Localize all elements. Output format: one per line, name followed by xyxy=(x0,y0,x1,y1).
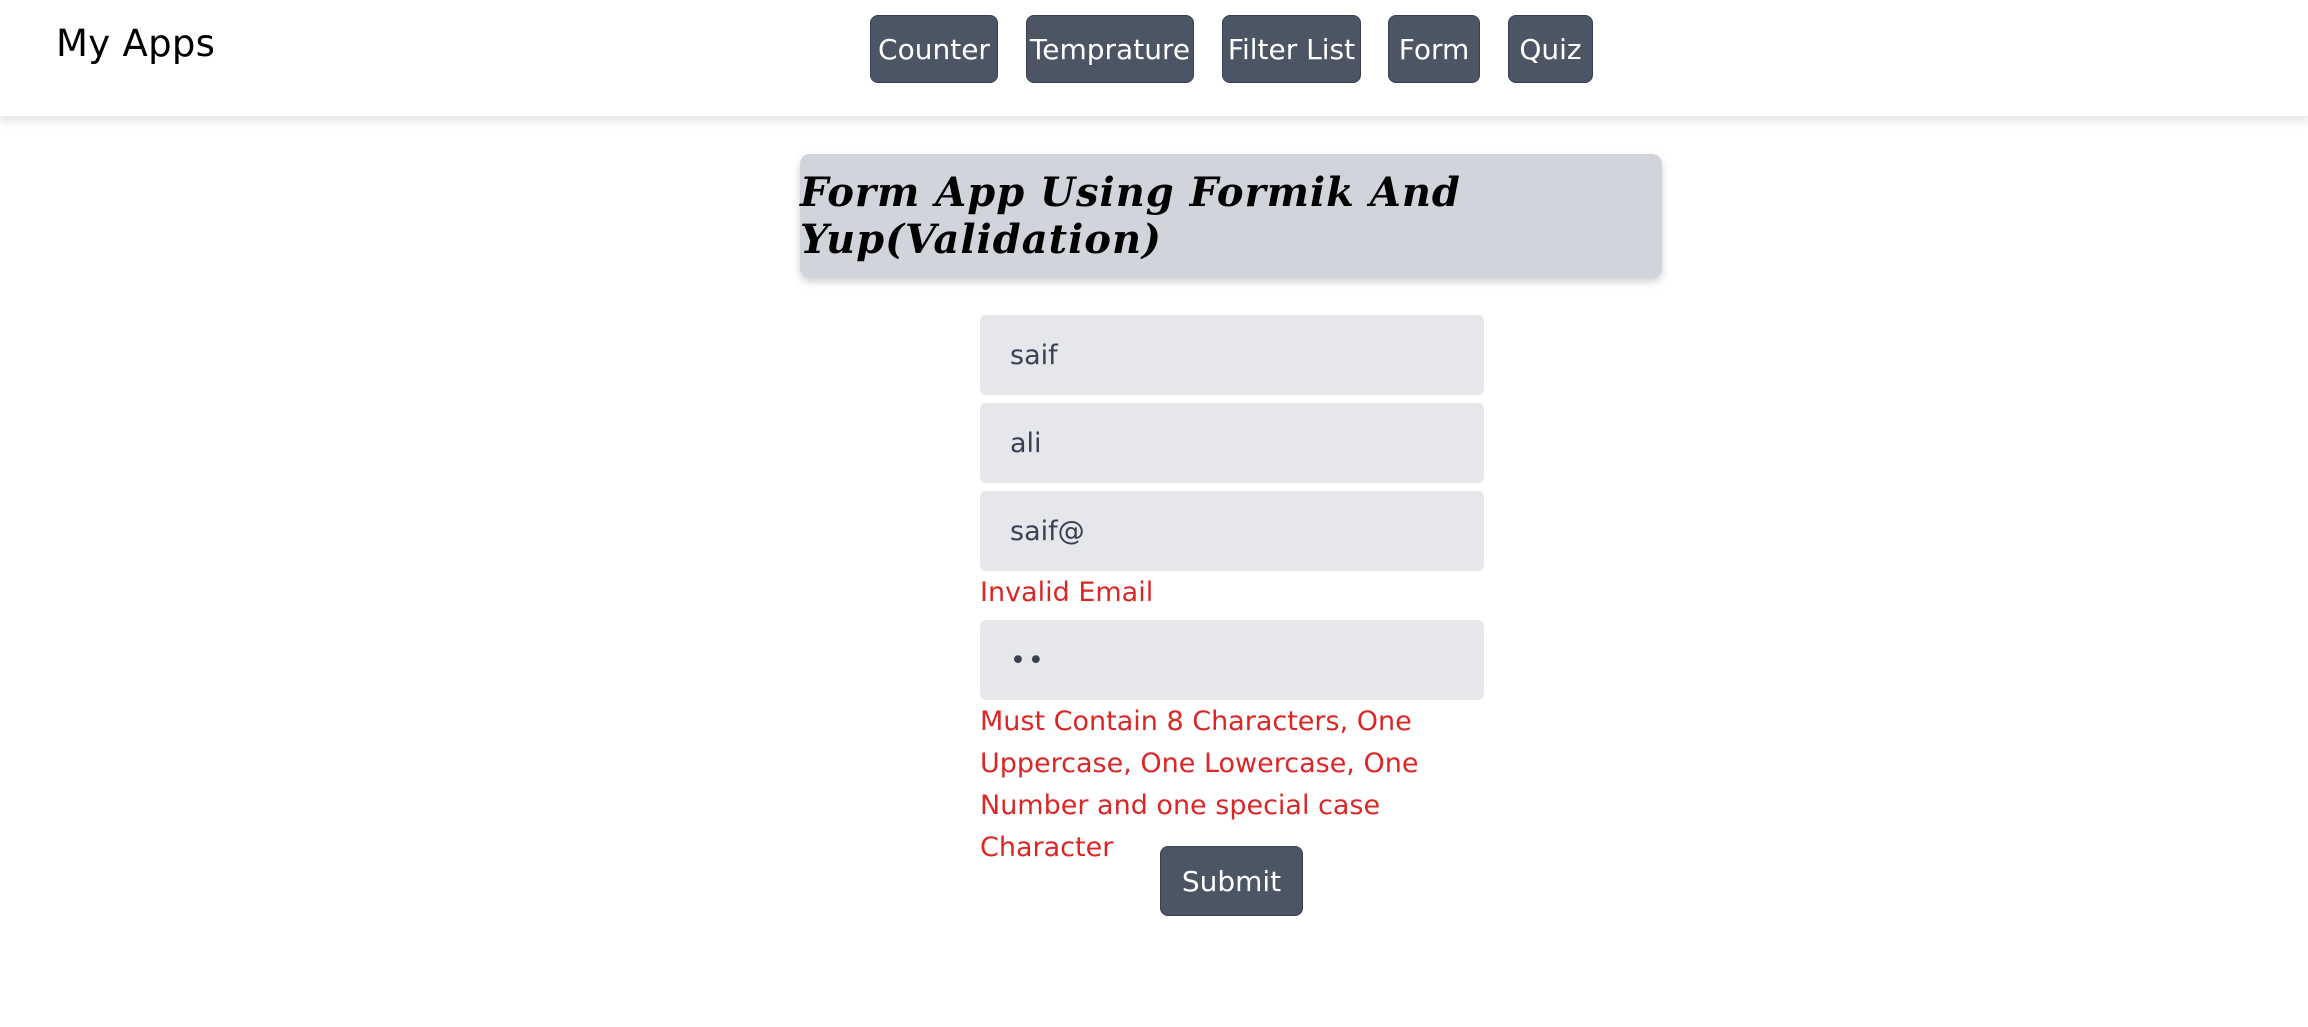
form-title-card: Form App Using Formik And Yup(Validation… xyxy=(800,154,1662,278)
email-error-message: Invalid Email xyxy=(980,577,1154,608)
password-field[interactable] xyxy=(980,620,1484,700)
nav-temprature-button[interactable]: Temprature xyxy=(1026,15,1194,83)
password-error-message: Must Contain 8 Characters, One Uppercase… xyxy=(980,706,1419,863)
nav-form-button[interactable]: Form xyxy=(1388,15,1480,83)
email-field[interactable] xyxy=(980,491,1484,571)
nav-filter-list-button[interactable]: Filter List xyxy=(1222,15,1361,83)
page-title: Form App Using Formik And Yup(Validation… xyxy=(800,169,1461,263)
submit-button[interactable]: Submit xyxy=(1160,846,1303,916)
nav-quiz-button[interactable]: Quiz xyxy=(1508,15,1593,83)
last-name-field[interactable] xyxy=(980,403,1484,483)
first-name-field[interactable] xyxy=(980,315,1484,395)
nav-counter-button[interactable]: Counter xyxy=(870,15,998,83)
top-navbar: My Apps Counter Temprature Filter List F… xyxy=(0,0,2308,118)
brand-title: My Apps xyxy=(56,22,216,65)
